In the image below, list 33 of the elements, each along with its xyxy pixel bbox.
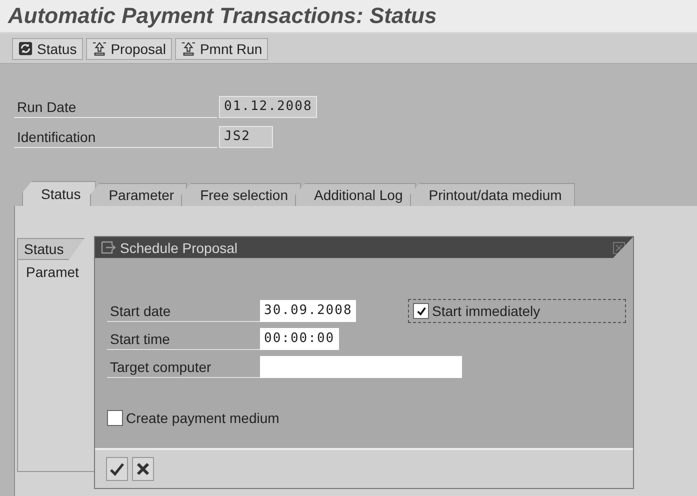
check-icon [416,306,426,316]
tab[interactable]: Additional Log [295,183,416,206]
input-field[interactable] [260,356,462,378]
tab[interactable]: Free selection [181,183,301,206]
toolbar-button[interactable]: Pmnt Run [174,38,268,60]
refresh-icon [18,41,33,56]
upload-icon [180,41,196,56]
cancel-button[interactable] [132,457,154,481]
checkbox[interactable] [107,410,123,426]
upload-icon [92,41,107,56]
toolbar-button[interactable]: Proposal [86,38,172,60]
display-field: JS2 [219,126,273,148]
cancel-icon [135,461,151,477]
tab[interactable]: Printout/data medium [410,183,575,206]
display-field: 01.12.2008 [219,96,318,118]
toolbar-button[interactable]: Status [12,38,83,60]
checkbox-label: Start immediately [432,303,540,319]
input-field[interactable]: 00:00:00 [260,328,339,350]
checkbox-label: Create payment medium [126,410,280,426]
field-label: Run Date [14,96,217,118]
tab[interactable]: Status [17,238,85,260]
close-icon[interactable] [613,242,625,254]
dialog-title: Schedule Proposal [120,240,239,256]
check-icon [109,461,125,477]
window-title: Automatic Payment Transactions: Status [8,3,437,29]
tab[interactable]: Status [22,181,96,206]
tab[interactable]: Parameter [90,183,188,206]
field-label: Identification [14,126,217,148]
confirm-button[interactable] [106,457,128,481]
window-icon [101,241,117,254]
input-field[interactable]: 30.09.2008 [260,300,356,322]
row-label: Paramet [26,264,79,280]
checkbox[interactable] [413,303,429,319]
